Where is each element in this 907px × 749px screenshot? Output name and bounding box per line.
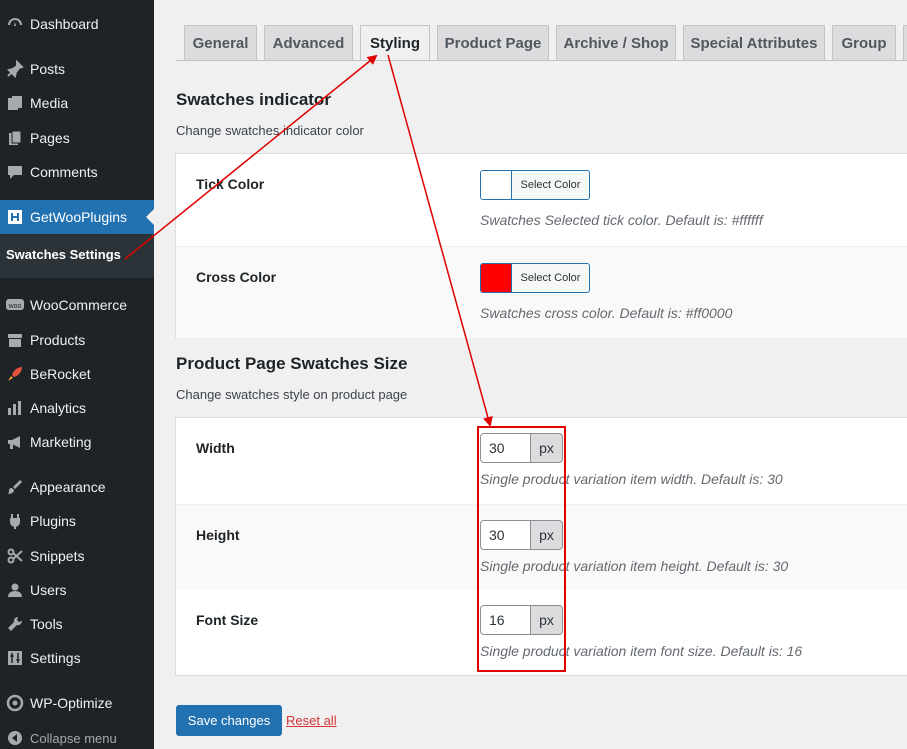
collapse-menu-button[interactable]: Collapse menu: [0, 721, 154, 749]
menu-getwooplugins[interactable]: GetWooPlugins: [0, 200, 154, 234]
menu-appearance[interactable]: Appearance: [0, 470, 154, 504]
font-size-input-group: px: [480, 605, 563, 635]
menu-media[interactable]: Media: [0, 86, 154, 120]
megaphone-icon: [0, 433, 30, 451]
height-row: Height px Single product variation item …: [176, 504, 907, 590]
size-section-desc: Change swatches style on product page: [176, 387, 408, 402]
save-changes-button[interactable]: Save changes: [176, 705, 282, 736]
menu-pages[interactable]: Pages: [0, 121, 154, 155]
cross-color-button-label: Select Color: [520, 272, 581, 284]
height-unit: px: [531, 520, 563, 550]
cross-color-swatch: [481, 264, 512, 292]
tab-product-page[interactable]: Product Page: [437, 25, 549, 60]
tab-overflow[interactable]: [903, 25, 907, 60]
tick-color-label: Tick Color: [196, 176, 265, 192]
indicator-section-title: Swatches indicator: [176, 90, 331, 109]
height-help: Single product variation item height. De…: [480, 558, 789, 574]
tab-special-attributes[interactable]: Special Attributes: [683, 25, 825, 60]
cross-color-help: Swatches cross color. Default is: #ff000…: [480, 305, 733, 321]
pages-icon: [0, 129, 30, 147]
menu-tools[interactable]: Tools: [0, 607, 154, 641]
pin-icon: [0, 60, 30, 78]
width-row: Width px Single product variation item w…: [176, 418, 907, 504]
archive-icon: [0, 331, 30, 349]
tab-advanced[interactable]: Advanced: [264, 25, 353, 60]
tick-color-swatch: [481, 171, 512, 199]
tab-styling[interactable]: Styling: [360, 25, 430, 61]
tab-general[interactable]: General: [184, 25, 257, 60]
woo-icon: woo: [0, 297, 30, 313]
rocket-icon: [0, 365, 30, 383]
menu-marketing[interactable]: Marketing: [0, 425, 154, 459]
height-input[interactable]: [480, 520, 531, 550]
indicator-settings-panel: Tick Color Select Color Swatches Selecte…: [175, 153, 907, 338]
tick-color-help: Swatches Selected tick color. Default is…: [480, 212, 763, 228]
tab-group[interactable]: Group: [832, 25, 896, 60]
tab-divider: [176, 60, 907, 61]
bar-chart-icon: [0, 399, 30, 417]
menu-woocommerce[interactable]: woo WooCommerce: [0, 288, 154, 322]
submenu-swatches-settings[interactable]: Swatches Settings: [6, 247, 121, 262]
tab-archive-shop[interactable]: Archive / Shop: [556, 25, 676, 60]
optimize-icon: [0, 694, 30, 712]
cross-color-row: Cross Color Select Color Swatches cross …: [176, 246, 907, 338]
menu-products[interactable]: Products: [0, 323, 154, 357]
media-icon: [0, 94, 30, 112]
dashboard-icon: [0, 15, 30, 33]
tick-color-picker-button[interactable]: Select Color: [480, 170, 590, 200]
cross-color-label: Cross Color: [196, 269, 277, 285]
plugins-icon: [0, 512, 30, 530]
reset-all-link[interactable]: Reset all: [286, 713, 337, 728]
font-size-help: Single product variation item font size.…: [480, 643, 803, 659]
size-section-title: Product Page Swatches Size: [176, 354, 408, 373]
height-label: Height: [196, 527, 240, 543]
tick-color-button-label: Select Color: [520, 179, 581, 191]
menu-settings[interactable]: Settings: [0, 641, 154, 675]
width-help: Single product variation item width. Def…: [480, 471, 783, 487]
getwooplugins-submenu: Swatches Settings: [0, 234, 154, 278]
indicator-section-desc: Change swatches indicator color: [176, 123, 364, 138]
settings-icon: [0, 649, 30, 667]
menu-analytics[interactable]: Analytics: [0, 391, 154, 425]
comments-icon: [0, 163, 30, 181]
width-label: Width: [196, 440, 235, 456]
width-unit: px: [531, 433, 563, 463]
menu-comments[interactable]: Comments: [0, 155, 154, 189]
user-icon: [0, 581, 30, 599]
menu-plugins[interactable]: Plugins: [0, 504, 154, 538]
width-input-group: px: [480, 433, 563, 463]
font-size-unit: px: [531, 605, 563, 635]
brush-icon: [0, 478, 30, 496]
menu-wp-optimize[interactable]: WP-Optimize: [0, 686, 154, 720]
width-input[interactable]: [480, 433, 531, 463]
font-size-label: Font Size: [196, 612, 259, 628]
font-size-input[interactable]: [480, 605, 531, 635]
wrench-icon: [0, 615, 30, 633]
scissors-icon: [0, 547, 30, 565]
size-settings-panel: Width px Single product variation item w…: [175, 417, 907, 676]
menu-users[interactable]: Users: [0, 573, 154, 607]
cross-color-picker-button[interactable]: Select Color: [480, 263, 590, 293]
admin-sidebar: Dashboard Posts Media Pages Comments Get…: [0, 0, 154, 749]
menu-dashboard[interactable]: Dashboard: [0, 7, 154, 41]
menu-posts[interactable]: Posts: [0, 52, 154, 86]
svg-text:woo: woo: [8, 303, 22, 310]
plugin-icon: [0, 208, 30, 226]
tick-color-row: Tick Color Select Color Swatches Selecte…: [176, 154, 907, 246]
font-size-row: Font Size px Single product variation it…: [176, 590, 907, 676]
menu-snippets[interactable]: Snippets: [0, 539, 154, 573]
collapse-icon: [0, 730, 30, 746]
menu-berocket[interactable]: BeRocket: [0, 357, 154, 391]
height-input-group: px: [480, 520, 563, 550]
